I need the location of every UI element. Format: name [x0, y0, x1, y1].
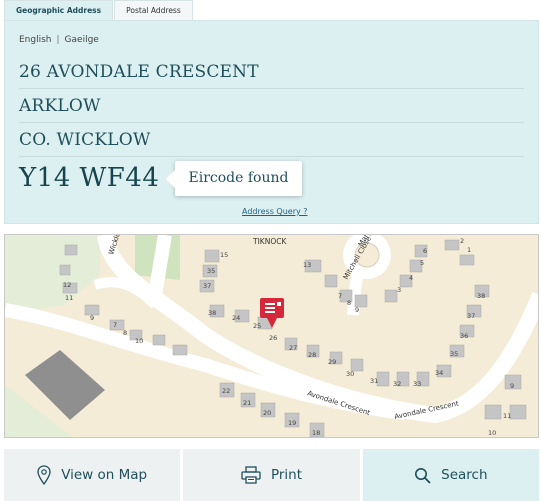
- action-bar: View on Map Print Search: [4, 449, 539, 501]
- address-line-3: CO. WICKLOW: [19, 123, 524, 157]
- svg-text:36: 36: [460, 332, 468, 340]
- location-map[interactable]: TIKNOCK Mitchell Close Mary B Avondale C…: [4, 234, 539, 438]
- printer-icon: [241, 466, 261, 484]
- svg-text:9: 9: [355, 306, 359, 314]
- svg-text:7: 7: [113, 321, 117, 329]
- language-separator: |: [56, 35, 60, 45]
- svg-text:9: 9: [510, 382, 514, 390]
- svg-text:18: 18: [312, 429, 320, 437]
- search-button[interactable]: Search: [362, 449, 539, 501]
- svg-text:28: 28: [308, 351, 316, 359]
- svg-text:10: 10: [488, 429, 496, 437]
- eircode-value: Y14 WF44: [19, 163, 160, 193]
- map-canvas[interactable]: TIKNOCK Mitchell Close Mary B Avondale C…: [5, 235, 539, 438]
- svg-text:9: 9: [90, 314, 94, 322]
- svg-text:31: 31: [370, 377, 378, 385]
- svg-text:35: 35: [207, 267, 215, 275]
- print-label: Print: [270, 467, 303, 483]
- svg-text:32: 32: [393, 380, 401, 388]
- svg-text:11: 11: [503, 412, 511, 420]
- svg-text:6: 6: [423, 247, 427, 255]
- address-panel: English | Gaeilge 26 AVONDALE CRESCENT ARK…: [4, 20, 539, 224]
- svg-text:4: 4: [409, 274, 413, 282]
- language-switcher: English | Gaeilge: [19, 35, 99, 45]
- svg-text:26: 26: [269, 334, 277, 342]
- svg-text:35: 35: [450, 350, 458, 358]
- svg-text:12: 12: [63, 281, 71, 289]
- svg-text:30: 30: [346, 370, 354, 378]
- search-icon: [415, 467, 431, 484]
- address-line-2: ARKLOW: [19, 89, 524, 123]
- svg-text:33: 33: [413, 380, 421, 388]
- map-label-tiknock: TIKNOCK: [252, 237, 287, 246]
- svg-text:20: 20: [263, 409, 271, 417]
- svg-text:24: 24: [232, 314, 240, 322]
- svg-text:38: 38: [208, 309, 216, 317]
- view-on-map-button[interactable]: View on Map: [4, 449, 181, 501]
- svg-text:22: 22: [222, 387, 230, 395]
- address-type-tabs: Geographic Address Postal Address: [4, 0, 194, 20]
- svg-text:25: 25: [253, 322, 261, 330]
- address-line-1: 26 AVONDALE CRESCENT: [19, 55, 524, 89]
- address-query-link[interactable]: Address Query ?: [242, 207, 308, 216]
- language-english-link[interactable]: English: [19, 35, 52, 45]
- search-label: Search: [441, 467, 488, 483]
- svg-text:19: 19: [288, 419, 296, 427]
- svg-text:2: 2: [460, 237, 464, 245]
- svg-text:7: 7: [338, 292, 342, 300]
- svg-text:27: 27: [289, 344, 297, 352]
- view-on-map-label: View on Map: [61, 467, 148, 483]
- svg-text:1: 1: [467, 246, 471, 254]
- svg-text:8: 8: [347, 299, 351, 307]
- svg-text:10: 10: [135, 337, 143, 345]
- tab-geographic-address[interactable]: Geographic Address: [4, 0, 114, 20]
- svg-text:37: 37: [203, 282, 211, 290]
- svg-text:29: 29: [328, 358, 336, 366]
- language-irish-link[interactable]: Gaeilge: [65, 35, 99, 45]
- svg-text:37: 37: [467, 312, 475, 320]
- eircode-found-callout: Eircode found: [166, 161, 302, 196]
- svg-text:3: 3: [397, 286, 401, 294]
- tab-postal-address[interactable]: Postal Address: [114, 0, 193, 20]
- svg-text:15: 15: [220, 251, 228, 259]
- svg-text:13: 13: [303, 261, 311, 269]
- location-pin-icon: [37, 465, 51, 485]
- svg-text:11: 11: [65, 294, 73, 302]
- svg-text:5: 5: [420, 259, 424, 267]
- svg-text:38: 38: [477, 292, 485, 300]
- print-button[interactable]: Print: [183, 449, 360, 501]
- svg-text:8: 8: [123, 329, 127, 337]
- svg-text:21: 21: [243, 399, 251, 407]
- svg-text:34: 34: [435, 369, 443, 377]
